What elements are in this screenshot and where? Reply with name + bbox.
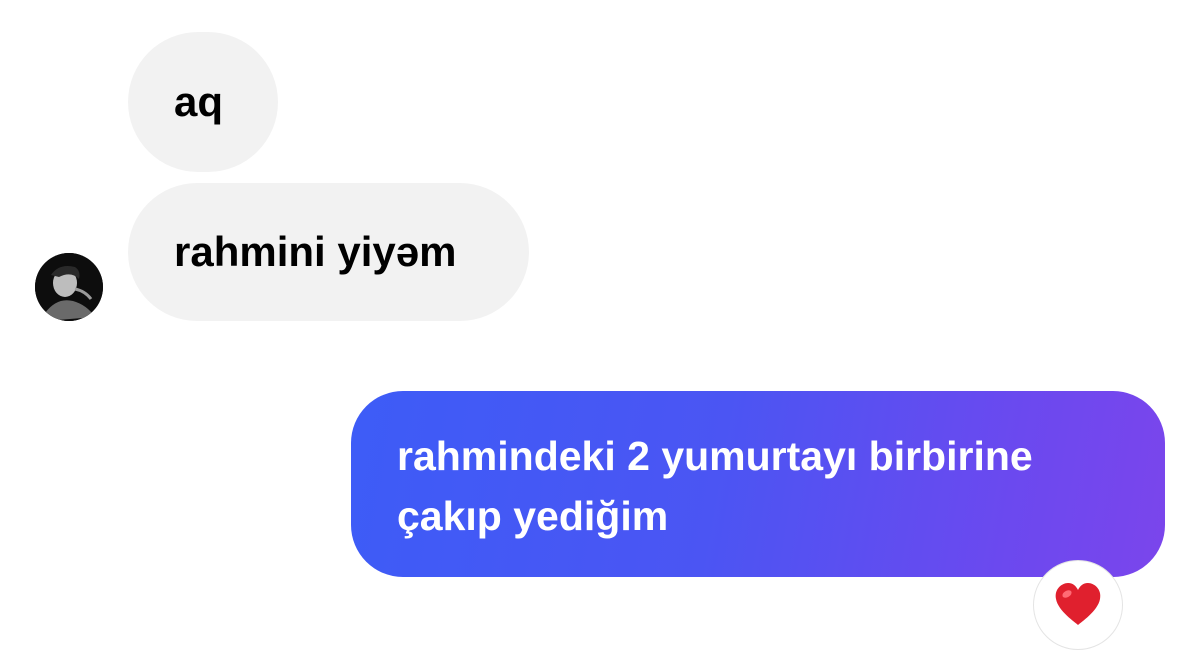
chat-thread: aq rahmini yiyəm rahmindeki 2 yumurtayı …	[0, 0, 1200, 661]
message-text: aq	[174, 78, 224, 125]
red-heart-icon	[1055, 583, 1101, 625]
message-text-line: rahmindeki 2 yumurtayı birbirine	[397, 433, 1033, 479]
avatar-photo	[35, 253, 103, 321]
message-text-line: çakıp yediğim	[397, 493, 669, 539]
incoming-message-bubble[interactable]: aq	[128, 32, 278, 172]
sender-avatar[interactable]	[35, 253, 103, 321]
outgoing-message-bubble[interactable]: rahmindeki 2 yumurtayı birbirine çakıp y…	[351, 391, 1165, 577]
message-reaction[interactable]	[1033, 560, 1123, 650]
incoming-message-bubble[interactable]: rahmini yiyəm	[128, 183, 529, 321]
message-text: rahmini yiyəm	[174, 228, 457, 275]
